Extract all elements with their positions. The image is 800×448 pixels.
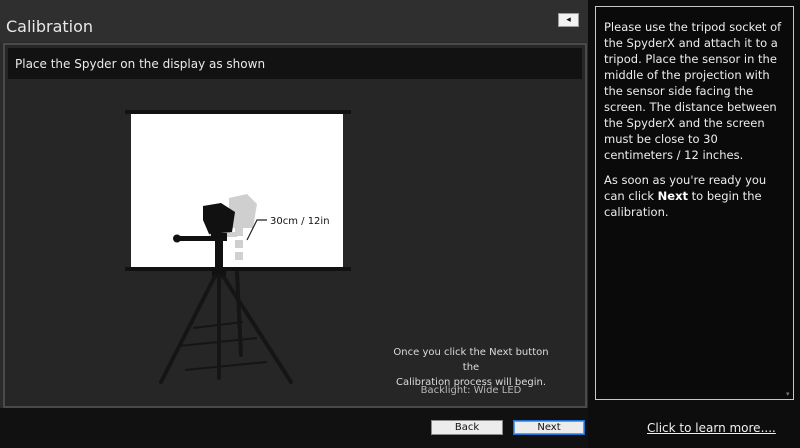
- window-title: Calibration: [6, 17, 94, 36]
- instruction-bar: Place the Spyder on the display as shown: [8, 48, 582, 79]
- distance-label: 30cm / 12in: [270, 216, 330, 227]
- side-pane: Please use the tripod socket of the Spyd…: [588, 0, 800, 448]
- bottom-bar: Back Next: [0, 408, 588, 448]
- tripod-column: [215, 241, 223, 271]
- help-paragraph-1: Please use the tripod socket of the Spyd…: [604, 20, 782, 162]
- info-line-1: Once you click the Next button the: [393, 347, 549, 373]
- next-info-text: Once you click the Next button the Calib…: [386, 345, 556, 390]
- instruction-text: Place the Spyder on the display as shown: [15, 57, 266, 71]
- help-paragraph-2: As soon as you're ready you can click Ne…: [604, 172, 785, 220]
- pin-icon[interactable]: ◂: [558, 13, 579, 27]
- tripod-handle: [177, 236, 213, 241]
- learn-more-link[interactable]: Click to learn more....: [647, 421, 776, 435]
- tripod-illustration: 30cm / 12in: [125, 110, 351, 384]
- main-pane: Calibration ◂ Place the Spyder on the di…: [0, 0, 588, 448]
- help-text-bold: Next: [657, 189, 689, 203]
- next-button[interactable]: Next: [513, 420, 585, 435]
- scroll-arrow-icon[interactable]: ▾: [786, 390, 792, 398]
- spyder-mount: [211, 233, 227, 241]
- title-bar: Calibration ◂: [0, 0, 588, 42]
- help-panel: Please use the tripod socket of the Spyd…: [595, 6, 794, 400]
- content-frame: Place the Spyder on the display as shown…: [3, 43, 587, 408]
- tripod-braces: [178, 321, 268, 371]
- screen-top-bar: [125, 110, 351, 114]
- back-button[interactable]: Back: [431, 420, 503, 435]
- backlight-label: Backlight: Wide LED: [420, 385, 522, 396]
